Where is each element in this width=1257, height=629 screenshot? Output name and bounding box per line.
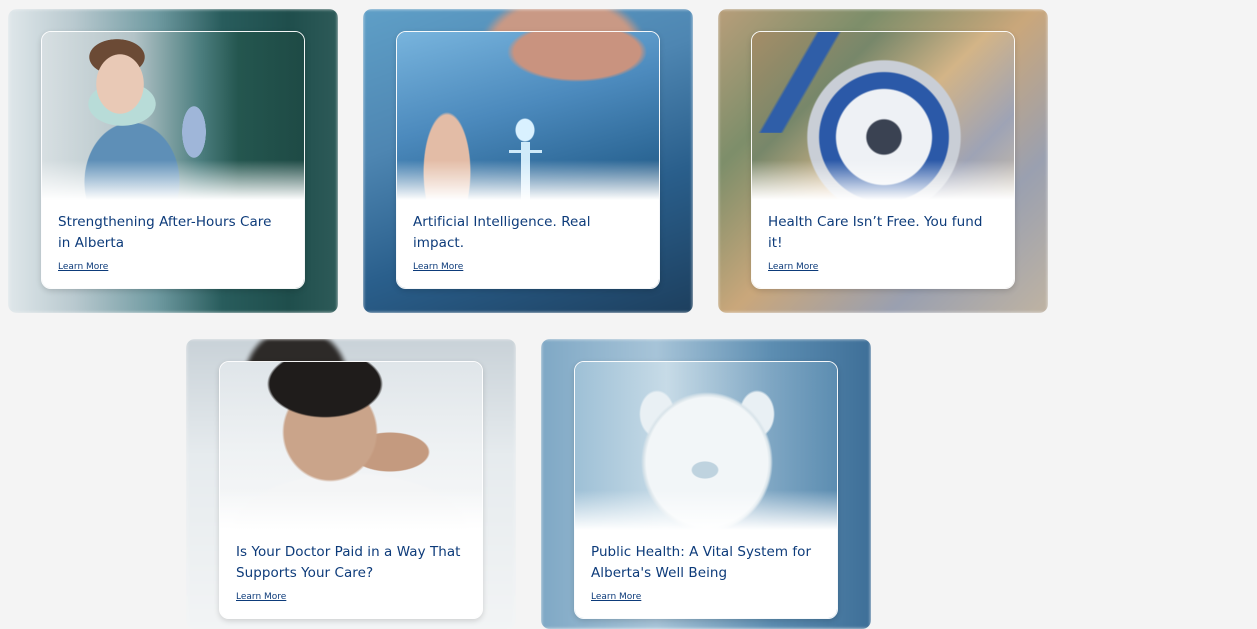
card-photo: [42, 32, 304, 200]
card-title: Artificial Intelligence. Real impact.: [413, 214, 591, 251]
card-title: Is Your Doctor Paid in a Way That Suppor…: [236, 544, 461, 581]
card-doctor-paid[interactable]: Is Your Doctor Paid in a Way That Suppor…: [186, 339, 516, 629]
learn-more-link[interactable]: Learn More: [768, 262, 818, 272]
card-title: Public Health: A Vital System for Albert…: [591, 544, 812, 581]
card-inner-panel: Health Care Isn’t Free. You fund it! Lea…: [751, 31, 1015, 289]
card-photo: [220, 362, 482, 530]
card-public-health[interactable]: Public Health: A Vital System for Albert…: [541, 339, 871, 629]
card-inner-panel: Is Your Doctor Paid in a Way That Suppor…: [219, 361, 483, 619]
page: Strengthening After-Hours Care in Albert…: [0, 0, 1257, 629]
card-text-panel: Is Your Doctor Paid in a Way That Suppor…: [220, 530, 482, 618]
card-after-hours-care[interactable]: Strengthening After-Hours Care in Albert…: [8, 9, 338, 313]
card-inner-panel: Public Health: A Vital System for Albert…: [574, 361, 838, 619]
learn-more-link[interactable]: Learn More: [591, 592, 641, 602]
card-inner-panel: Artificial Intelligence. Real impact. Le…: [396, 31, 660, 289]
card-text-panel: Public Health: A Vital System for Albert…: [575, 530, 837, 618]
learn-more-link[interactable]: Learn More: [236, 592, 286, 602]
card-text-panel: Strengthening After-Hours Care in Albert…: [42, 200, 304, 288]
card-text-panel: Artificial Intelligence. Real impact. Le…: [397, 200, 659, 288]
card-text-panel: Health Care Isn’t Free. You fund it! Lea…: [752, 200, 1014, 288]
card-title: Strengthening After-Hours Care in Albert…: [58, 214, 272, 251]
learn-more-link[interactable]: Learn More: [58, 262, 108, 272]
card-photo: [397, 32, 659, 200]
card-title: Health Care Isn’t Free. You fund it!: [768, 214, 983, 251]
card-artificial-intelligence[interactable]: Artificial Intelligence. Real impact. Le…: [363, 9, 693, 313]
learn-more-link[interactable]: Learn More: [413, 262, 463, 272]
card-health-care-isnt-free[interactable]: Health Care Isn’t Free. You fund it! Lea…: [718, 9, 1048, 313]
card-photo: [575, 362, 837, 530]
card-photo: [752, 32, 1014, 200]
card-inner-panel: Strengthening After-Hours Care in Albert…: [41, 31, 305, 289]
